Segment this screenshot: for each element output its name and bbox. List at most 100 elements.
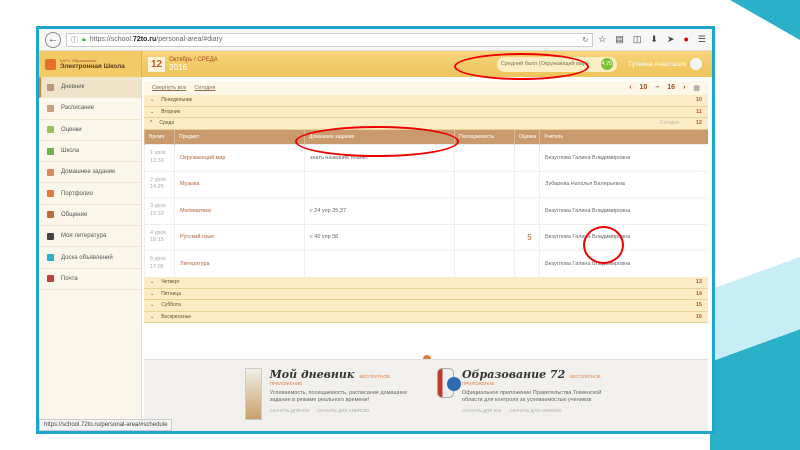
sidebar-item-label: Почта (61, 275, 78, 282)
day-row-current[interactable]: ^ Среда Сегодня 12 (144, 118, 708, 130)
homework: с 40 упр 56 (304, 223, 455, 251)
sidebar-item[interactable]: Дневник (39, 77, 141, 99)
lessons-table: Время Предмет Домашнее задание Посещаемость… (144, 129, 708, 277)
app-header: БАРС.Образование Электронная Школа 12 Октя… (39, 51, 712, 77)
chevron-down-icon: ⌄ (150, 108, 155, 115)
sidebar-item-label: Моя литература (61, 233, 107, 240)
browser-window: ← ⓘ 🔒︎ https://school.72to.ru/personal-ar… (39, 29, 712, 431)
bookmark-star-icon[interactable]: ☆ (598, 34, 606, 45)
grade (514, 144, 540, 171)
day-name: Суббота (161, 302, 181, 309)
pocket-icon[interactable]: ◫ (633, 34, 642, 45)
lesson-time: 1 урок 13:30 (144, 144, 175, 171)
next-week-button[interactable]: › (683, 84, 685, 92)
sidebar-item[interactable]: Моя литература (39, 226, 141, 248)
homework: знать название планет (304, 144, 455, 171)
app-icon (437, 368, 461, 398)
day-row[interactable]: ⌄ Воскресенье 16 (144, 311, 708, 323)
sidebar-item[interactable]: Доска объявлений (39, 247, 141, 269)
collapse-all-link[interactable]: Свернуть все (152, 85, 186, 91)
sidebar-item-label: Дневник (61, 84, 85, 91)
table-row: 3 урок 15:20 Математика с 24 упр 35,37 Бе… (144, 197, 708, 224)
back-button[interactable]: ← (45, 31, 61, 48)
clipboard-icon[interactable]: ▤ (615, 34, 624, 45)
teacher: Безуглова Галина Владимировна (539, 144, 708, 171)
grade: 5 (514, 223, 540, 251)
sidebar-item-label: Домашнее задание (61, 169, 116, 176)
browser-toolbar: ← ⓘ 🔒︎ https://school.72to.ru/personal-ar… (39, 29, 712, 51)
calendar-icon[interactable]: ▦ (693, 84, 700, 92)
teacher: Зубарева Наталья Валерьевна (539, 170, 708, 198)
chevron-down-icon: ⌄ (150, 97, 155, 104)
send-icon[interactable]: ➤ (667, 34, 675, 45)
subject-link[interactable]: Музыка (174, 170, 305, 198)
day-name: Воскресенье (161, 313, 191, 320)
lesson-time: 5 урок 17:05 (144, 250, 175, 277)
sidebar-item-icon (47, 254, 54, 262)
day-date: 13 (695, 279, 702, 286)
day-name: Среда (159, 120, 175, 127)
day-date: 11 (696, 108, 702, 115)
day-name: Пятница (161, 290, 181, 297)
menu-icon[interactable]: ☰ (698, 34, 706, 45)
average-grade[interactable]: Средний балл (Окружающий мир) 4.75 (496, 56, 617, 72)
day-row[interactable]: ⌄ Четверг 13 (144, 277, 708, 289)
sidebar-item[interactable]: Домашнее задание (39, 162, 141, 184)
subject-link[interactable]: Математика (174, 197, 305, 224)
lesson-time: 2 урок 14:25 (144, 170, 175, 198)
download-android-link[interactable]: СКАЧАТЬ ДЛЯ ANDROID (509, 408, 561, 413)
table-row: 5 урок 17:05 Литература Безуглова Галина … (144, 250, 708, 277)
sidebar-item-icon (47, 168, 54, 176)
sidebar-item-label: Общение (61, 211, 88, 218)
download-ios-link[interactable]: СКАЧАТЬ ДЛЯ IOS (462, 408, 501, 413)
reload-icon[interactable]: ↻ (582, 36, 588, 44)
screenshot-frame: ← ⓘ 🔒︎ https://school.72to.ru/personal-ar… (36, 26, 715, 434)
homework (304, 170, 455, 198)
day-date: 15 (695, 302, 702, 309)
day-name: Четверг (161, 279, 180, 286)
address-bar[interactable]: ⓘ 🔒︎ https://school.72to.ru/personal-area… (66, 32, 594, 47)
sidebar-item[interactable]: Расписание (39, 98, 141, 120)
day-row[interactable]: ⌄ Вторник 11 (144, 106, 708, 118)
week-from: 10 (639, 84, 648, 91)
homework (304, 250, 455, 277)
teacher: Безуглова Галина Владимировна (539, 223, 708, 251)
sidebar-item[interactable]: Почта (39, 269, 141, 290)
chevron-down-icon: ⌄ (150, 313, 155, 320)
grade (514, 170, 540, 198)
prev-week-button[interactable]: ‹ (629, 84, 631, 92)
column-header: Домашнее задание (304, 129, 455, 145)
sidebar-item[interactable]: Оценки (39, 120, 141, 141)
app-promo: Образование 72 БЕСПЛАТНОЕ ПРИЛОЖЕНИЕ Офици… (437, 368, 607, 431)
table-row: 1 урок 13:30 Окружающий мир знать названи… (144, 144, 708, 171)
logo[interactable]: БАРС.Образование Электронная Школа (39, 51, 142, 77)
sidebar-item-label: Доска объявлений (61, 254, 113, 261)
subject-link[interactable]: Русский язык (174, 223, 305, 251)
week-selector: ‹ 10–16 › ▦ (629, 84, 700, 92)
day-row[interactable]: ⌄ Пятница 14 (144, 288, 708, 300)
download-icon[interactable]: ⬇ (650, 34, 658, 45)
download-ios-link[interactable]: СКАЧАТЬ ДЛЯ IOS (270, 408, 309, 413)
day-row[interactable]: ⌄ Суббота 15 (144, 300, 708, 312)
subject-link[interactable]: Литература (174, 250, 305, 277)
sidebar-item-icon (47, 147, 54, 155)
sidebar-item[interactable]: Школа (39, 141, 141, 163)
today-link[interactable]: Сегодня (194, 85, 215, 91)
slide-decoration (710, 0, 800, 450)
sidebar-item[interactable]: Портфолио (39, 183, 141, 205)
attendance (454, 144, 515, 171)
average-grade-value: 4.75 (600, 58, 613, 70)
current-date[interactable]: 12 Октябрь / СРЕДА 2016 (148, 56, 218, 72)
user-menu[interactable]: Гутвина Анастасия (629, 58, 702, 70)
day-name: Вторник (161, 108, 180, 115)
attendance (454, 223, 515, 251)
chevron-down-icon: ⌄ (150, 290, 155, 297)
adblock-icon[interactable]: ● (683, 34, 688, 45)
day-row[interactable]: ⌄ Понедельник 10 (144, 95, 708, 107)
sidebar-item[interactable]: Общение (39, 205, 141, 227)
diary-toolbar: Свернуть все Сегодня ‹ 10–16 › ▦ (144, 81, 708, 95)
sidebar-item-icon (47, 211, 54, 219)
download-android-link[interactable]: СКАЧАТЬ ДЛЯ ANDROID (317, 408, 369, 413)
subject-link[interactable]: Окружающий мир (174, 144, 305, 171)
attendance (454, 170, 515, 198)
